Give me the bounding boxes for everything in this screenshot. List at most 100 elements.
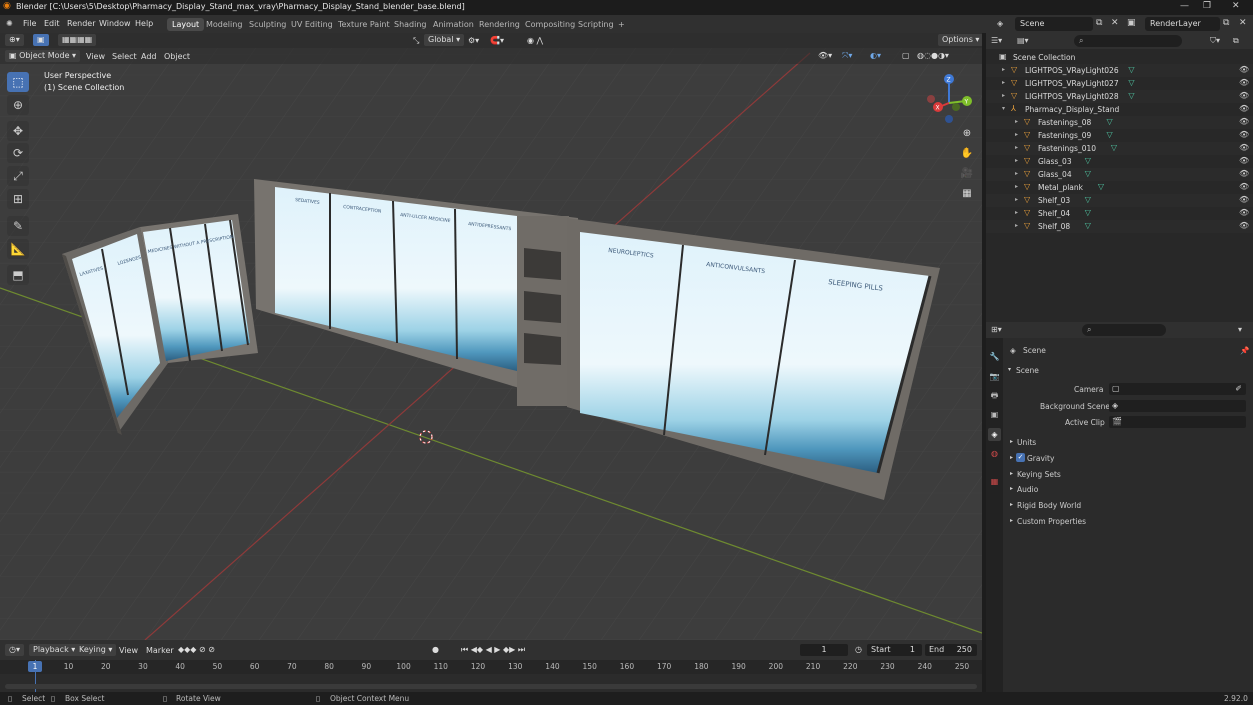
timeline-editor-icon[interactable]: ◷▾ bbox=[5, 644, 24, 656]
custom-props-arrow-icon[interactable]: ▸ bbox=[1010, 517, 1013, 524]
timeline-scrollbar[interactable] bbox=[5, 684, 977, 689]
world-tab-icon[interactable]: ◍ bbox=[988, 447, 1001, 460]
current-frame-field[interactable]: 1 bbox=[800, 644, 848, 656]
cursor-tool-icon[interactable]: ⊕ bbox=[7, 95, 29, 115]
units-panel[interactable]: Units bbox=[1017, 438, 1036, 447]
visibility-eye-icon[interactable]: 👁 bbox=[1239, 182, 1249, 191]
properties-options-icon[interactable]: ▾ bbox=[1238, 325, 1242, 334]
playback-controls-icons[interactable]: ⏮ ◀◆ ◀ ▶ ◆▶ ⏭ bbox=[461, 645, 525, 655]
expand-arrow-icon[interactable]: ▸ bbox=[1015, 131, 1018, 138]
filter-icon[interactable]: ⛉▾ bbox=[1210, 36, 1220, 46]
menu-file[interactable]: File bbox=[23, 19, 36, 28]
mesh-data-icon[interactable]: ▽ bbox=[1098, 182, 1104, 191]
editor-type-icon[interactable]: ⊕▾ bbox=[5, 34, 24, 46]
tab-layout[interactable]: Layout bbox=[167, 18, 205, 31]
display-mode-icon[interactable]: ▤▾ bbox=[1017, 36, 1029, 45]
visibility-eye-icon[interactable]: 👁 bbox=[1239, 65, 1249, 74]
expand-arrow-icon[interactable]: ▸ bbox=[1015, 144, 1018, 151]
tab-sculpting[interactable]: Sculpting bbox=[244, 18, 291, 31]
move-tool-icon[interactable]: ✥ bbox=[7, 121, 29, 141]
units-arrow-icon[interactable]: ▸ bbox=[1010, 438, 1013, 445]
outliner-item[interactable]: ▾ ⅄ Pharmacy_Display_Stand 👁 bbox=[986, 103, 1253, 116]
visibility-eye-icon[interactable]: 👁 bbox=[1239, 156, 1249, 165]
mesh-data-icon[interactable]: ▽ bbox=[1107, 117, 1113, 126]
viewport-menu-select[interactable]: Select bbox=[112, 52, 137, 61]
measure-tool-icon[interactable]: 📐 bbox=[7, 239, 29, 259]
output-tab-icon[interactable]: 🖶 bbox=[988, 389, 1001, 402]
maximize-button[interactable]: ❐ bbox=[1203, 1, 1211, 11]
delete-view-layer-icon[interactable]: ✕ bbox=[1239, 18, 1247, 28]
overlay-toggle-icon[interactable]: ◐▾ bbox=[870, 51, 881, 60]
outliner-item[interactable]: ▸ ▽ Shelf_03 ▽ 👁 bbox=[986, 194, 1253, 207]
viewport-canvas[interactable]: Z Y X LAXATIVES LOZENGES MEDICINES WITHO… bbox=[0, 33, 982, 640]
mesh-data-icon[interactable]: ▽ bbox=[1085, 221, 1091, 230]
scale-tool-icon[interactable]: ⤢ bbox=[7, 166, 29, 186]
outliner-editor-icon[interactable]: ☰▾ bbox=[991, 36, 1002, 45]
outliner-item[interactable]: ▸ ▽ Metal_plank ▽ 👁 bbox=[986, 181, 1253, 194]
gravity-panel[interactable]: Gravity bbox=[1027, 454, 1054, 463]
mesh-data-icon[interactable]: ▽ bbox=[1085, 156, 1091, 165]
visibility-eye-icon[interactable]: 👁 bbox=[1239, 143, 1249, 152]
outliner-item[interactable]: ▸ ▽ Shelf_04 ▽ 👁 bbox=[986, 207, 1253, 220]
timeline-view-menu[interactable]: View bbox=[119, 646, 138, 655]
texture-tab-icon[interactable]: ▦ bbox=[988, 475, 1001, 488]
gizmo-toggle-icon[interactable]: ⤧▾ bbox=[842, 51, 852, 61]
outliner-item[interactable]: ▸ ▽ Shelf_08 ▽ 👁 bbox=[986, 220, 1253, 233]
scene-section-arrow-icon[interactable]: ▾ bbox=[1008, 366, 1011, 373]
view-layer-tab-icon[interactable]: ▣ bbox=[988, 408, 1001, 421]
eyedropper-icon[interactable]: ✐ bbox=[1235, 384, 1242, 393]
viewport-menu-object[interactable]: Object bbox=[164, 52, 190, 61]
visibility-eye-icon[interactable]: 👁 bbox=[1239, 91, 1249, 100]
zoom-icon[interactable]: ⊕ bbox=[958, 125, 976, 143]
outliner-item[interactable]: ▸ ▽ Glass_04 ▽ 👁 bbox=[986, 168, 1253, 181]
mesh-data-icon[interactable]: ▽ bbox=[1128, 78, 1134, 87]
pan-hand-icon[interactable]: ✋ bbox=[958, 145, 976, 163]
tab-texture-paint[interactable]: Texture Paint bbox=[333, 18, 395, 31]
perspective-grid-icon[interactable]: ▦ bbox=[958, 185, 976, 203]
outliner-item[interactable]: ▸ ▽ Fastenings_010 ▽ 👁 bbox=[986, 142, 1253, 155]
tab-animation[interactable]: Animation bbox=[428, 18, 479, 31]
outliner-item[interactable]: ▸ ▽ LIGHTPOS_VRayLight027 ▽ 👁 bbox=[986, 77, 1253, 90]
options-dropdown[interactable]: Options ▾ bbox=[938, 34, 982, 46]
expand-arrow-icon[interactable]: ▸ bbox=[1002, 79, 1005, 86]
keying-menu[interactable]: Keying ▾ bbox=[75, 644, 117, 656]
keying-sets-panel[interactable]: Keying Sets bbox=[1017, 470, 1061, 479]
rigid-body-arrow-icon[interactable]: ▸ bbox=[1010, 501, 1013, 508]
outliner-item[interactable]: ▸ ▽ Fastenings_09 ▽ 👁 bbox=[986, 129, 1253, 142]
mesh-data-icon[interactable]: ▽ bbox=[1128, 91, 1134, 100]
expand-arrow-icon[interactable]: ▸ bbox=[1002, 92, 1005, 99]
mesh-data-icon[interactable]: ▽ bbox=[1085, 208, 1091, 217]
scene-section-header[interactable]: Scene bbox=[1016, 366, 1039, 375]
keyframe-icons[interactable]: ◆◆◆ ⊘ ⊘ bbox=[178, 645, 215, 654]
visibility-eye-icon[interactable]: 👁 bbox=[1239, 208, 1249, 217]
keying-sets-arrow-icon[interactable]: ▸ bbox=[1010, 470, 1013, 477]
blender-menu-icon[interactable]: ✺ bbox=[6, 19, 13, 28]
tab-uv-editing[interactable]: UV Editing bbox=[286, 18, 338, 31]
expand-arrow-icon[interactable]: ▸ bbox=[1015, 157, 1018, 164]
xray-icon[interactable]: ▢ bbox=[902, 51, 910, 60]
tab-compositing[interactable]: Compositing bbox=[520, 18, 580, 31]
properties-editor-icon[interactable]: ⊞▾ bbox=[991, 325, 1002, 334]
visibility-eye-icon[interactable]: 👁 bbox=[1239, 104, 1249, 113]
expand-arrow-icon[interactable]: ▸ bbox=[1015, 196, 1018, 203]
start-frame-field[interactable]: Start 1 bbox=[867, 644, 922, 656]
custom-properties-panel[interactable]: Custom Properties bbox=[1017, 517, 1086, 526]
proportional-edit-icon[interactable]: ◉ ⋀ bbox=[527, 36, 543, 45]
visibility-eye-icon[interactable]: 👁 bbox=[1239, 78, 1249, 87]
end-frame-field[interactable]: End 250 bbox=[925, 644, 977, 656]
annotate-tool-icon[interactable]: ✎ bbox=[7, 216, 29, 236]
playback-menu[interactable]: Playback ▾ bbox=[29, 644, 80, 656]
playhead-frame-badge[interactable]: 1 bbox=[28, 661, 42, 672]
expand-arrow-icon[interactable]: ▸ bbox=[1015, 170, 1018, 177]
visibility-eye-icon[interactable]: 👁 bbox=[1239, 195, 1249, 204]
transform-orientation[interactable]: Global ▾ bbox=[424, 34, 465, 46]
gravity-arrow-icon[interactable]: ▸ bbox=[1010, 454, 1013, 461]
tab-rendering[interactable]: Rendering bbox=[474, 18, 525, 31]
outliner-item[interactable]: ▸ ▽ Fastenings_08 ▽ 👁 bbox=[986, 116, 1253, 129]
tab-modeling[interactable]: Modeling bbox=[201, 18, 247, 31]
menu-edit[interactable]: Edit bbox=[44, 19, 60, 28]
viewport-menu-view[interactable]: View bbox=[86, 52, 105, 61]
mesh-data-icon[interactable]: ▽ bbox=[1128, 65, 1134, 74]
select-box-tool-icon[interactable]: ⬚ bbox=[7, 72, 29, 92]
expand-arrow-icon[interactable]: ▸ bbox=[1002, 66, 1005, 73]
